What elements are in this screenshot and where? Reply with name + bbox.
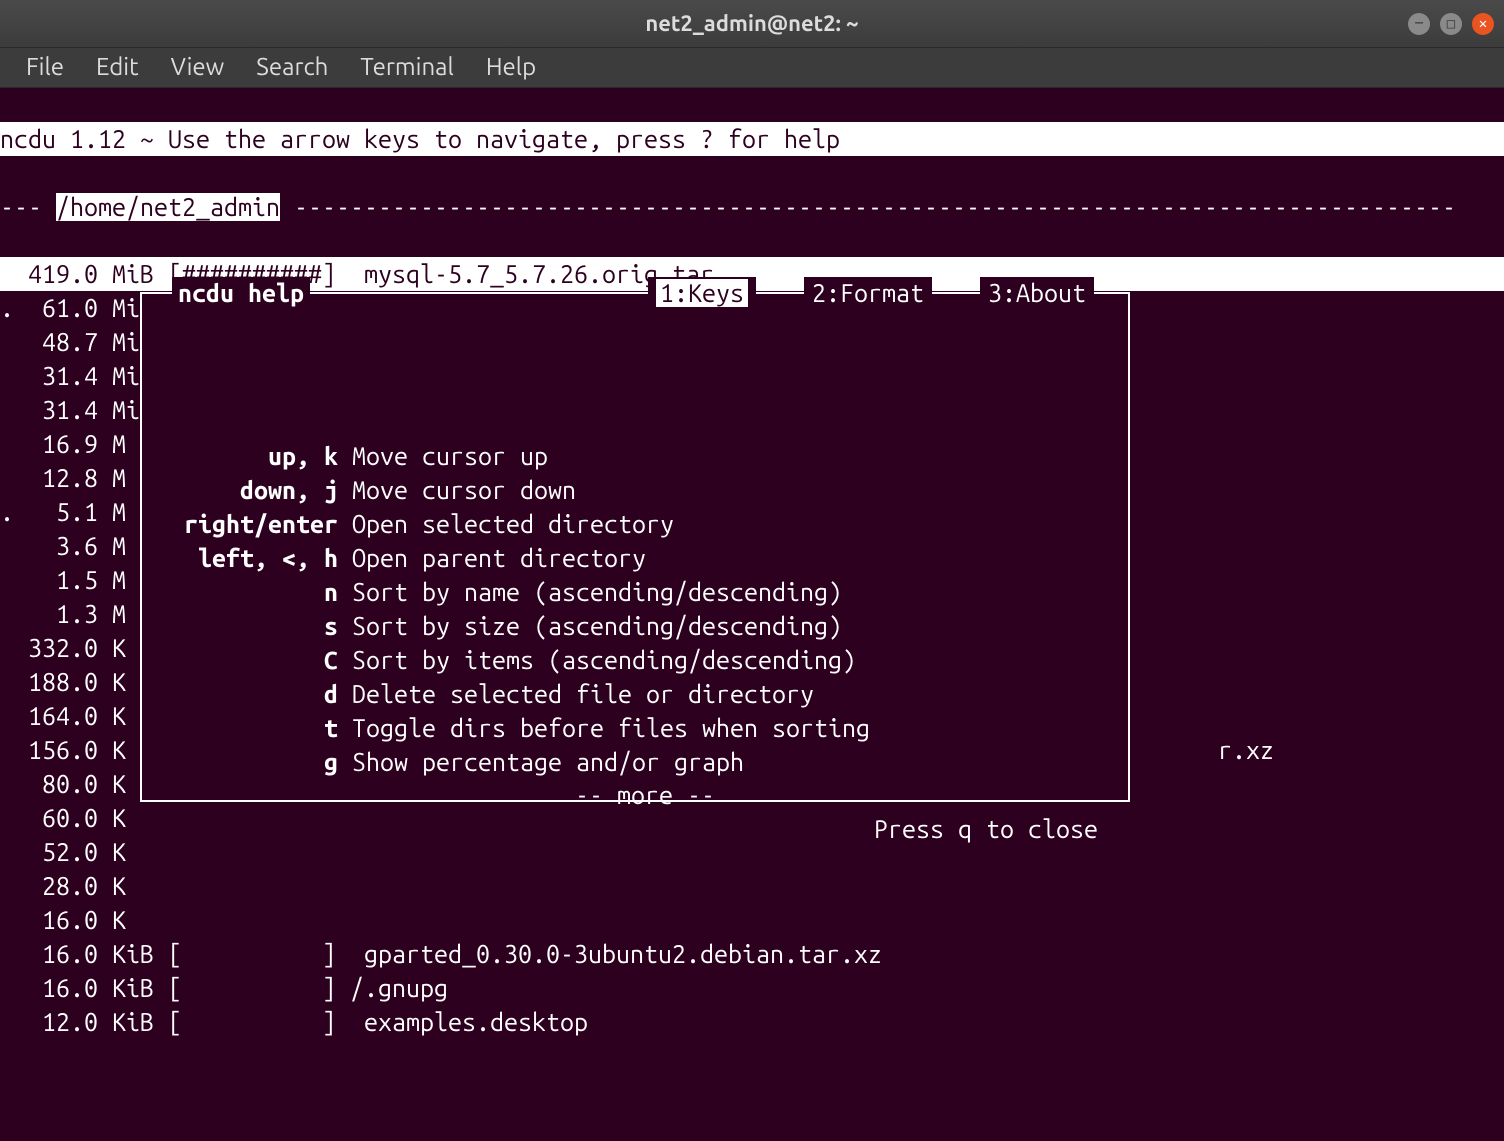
help-key-row: nSort by name (ascending/descending)	[162, 575, 1128, 609]
path-line: --- /home/net2_admin -------------------…	[0, 190, 1504, 224]
window-title: net2_admin@net2: ~	[645, 9, 858, 39]
help-tab-keys[interactable]: 1:Keys	[648, 277, 756, 311]
help-desc: Move cursor down	[352, 473, 1128, 507]
help-key: t	[162, 711, 352, 745]
help-key: d	[162, 677, 352, 711]
help-key: s	[162, 609, 352, 643]
help-body: up, kMove cursor updown, jMove cursor do…	[142, 395, 1128, 847]
help-key: down, j	[162, 473, 352, 507]
window-controls: ─ □ ✕	[1408, 13, 1494, 35]
help-more: -- more --	[162, 779, 1128, 813]
menu-file[interactable]: File	[12, 47, 78, 87]
help-key: up, k	[162, 439, 352, 473]
help-key: C	[162, 643, 352, 677]
help-key: n	[162, 575, 352, 609]
help-key-row: dDelete selected file or directory	[162, 677, 1128, 711]
help-key-row: left, <, hOpen parent directory	[162, 541, 1128, 575]
menu-help[interactable]: Help	[472, 47, 550, 87]
help-key: g	[162, 745, 352, 779]
help-footer: Press q to close	[162, 813, 1128, 847]
file-row[interactable]: 16.0 KiB [ ] /.gnupg	[0, 971, 1504, 1005]
help-tab-about[interactable]: 3:About	[980, 277, 1094, 311]
close-button[interactable]: ✕	[1472, 13, 1494, 35]
terminal-area[interactable]: ncdu 1.12 ~ Use the arrow keys to naviga…	[0, 88, 1504, 1141]
help-desc: Open parent directory	[352, 541, 1128, 575]
help-key-row: CSort by items (ascending/descending)	[162, 643, 1128, 677]
help-key-row: down, jMove cursor down	[162, 473, 1128, 507]
file-row[interactable]: 16.0 KiB [ ] gparted_0.30.0-3ubuntu2.deb…	[0, 937, 1504, 971]
menu-terminal[interactable]: Terminal	[346, 47, 467, 87]
menu-search[interactable]: Search	[242, 47, 342, 87]
help-tab-format[interactable]: 2:Format	[804, 277, 932, 311]
help-key: left, <, h	[162, 541, 352, 575]
minimize-button[interactable]: ─	[1408, 13, 1430, 35]
help-title: ncdu help	[172, 277, 310, 311]
window-titlebar: net2_admin@net2: ~ ─ □ ✕	[0, 0, 1504, 48]
maximize-button[interactable]: □	[1440, 13, 1462, 35]
help-key-row: gShow percentage and/or graph	[162, 745, 1128, 779]
help-key-row: tToggle dirs before files when sorting	[162, 711, 1128, 745]
help-desc: Sort by items (ascending/descending)	[352, 643, 1128, 677]
help-desc: Move cursor up	[352, 439, 1128, 473]
help-desc: Delete selected file or directory	[352, 677, 1128, 711]
help-key-row: right/enterOpen selected directory	[162, 507, 1128, 541]
help-desc: Toggle dirs before files when sorting	[352, 711, 1128, 745]
ncdu-header: ncdu 1.12 ~ Use the arrow keys to naviga…	[0, 122, 1504, 156]
help-desc: Sort by size (ascending/descending)	[352, 609, 1128, 643]
help-key: right/enter	[162, 507, 352, 541]
menubar: File Edit View Search Terminal Help	[0, 48, 1504, 88]
menu-edit[interactable]: Edit	[82, 47, 153, 87]
help-desc: Sort by name (ascending/descending)	[352, 575, 1128, 609]
help-tabs: ncdu help 1:Keys 2:Format 3:About	[142, 277, 1128, 311]
help-key-row: sSort by size (ascending/descending)	[162, 609, 1128, 643]
help-desc: Show percentage and/or graph	[352, 745, 1128, 779]
file-row[interactable]: 12.0 KiB [ ] examples.desktop	[0, 1005, 1504, 1039]
menu-view[interactable]: View	[157, 47, 239, 87]
help-key-row: up, kMove cursor up	[162, 439, 1128, 473]
help-desc: Open selected directory	[352, 507, 1128, 541]
help-dialog: ncdu help 1:Keys 2:Format 3:About up, kM…	[140, 292, 1130, 802]
